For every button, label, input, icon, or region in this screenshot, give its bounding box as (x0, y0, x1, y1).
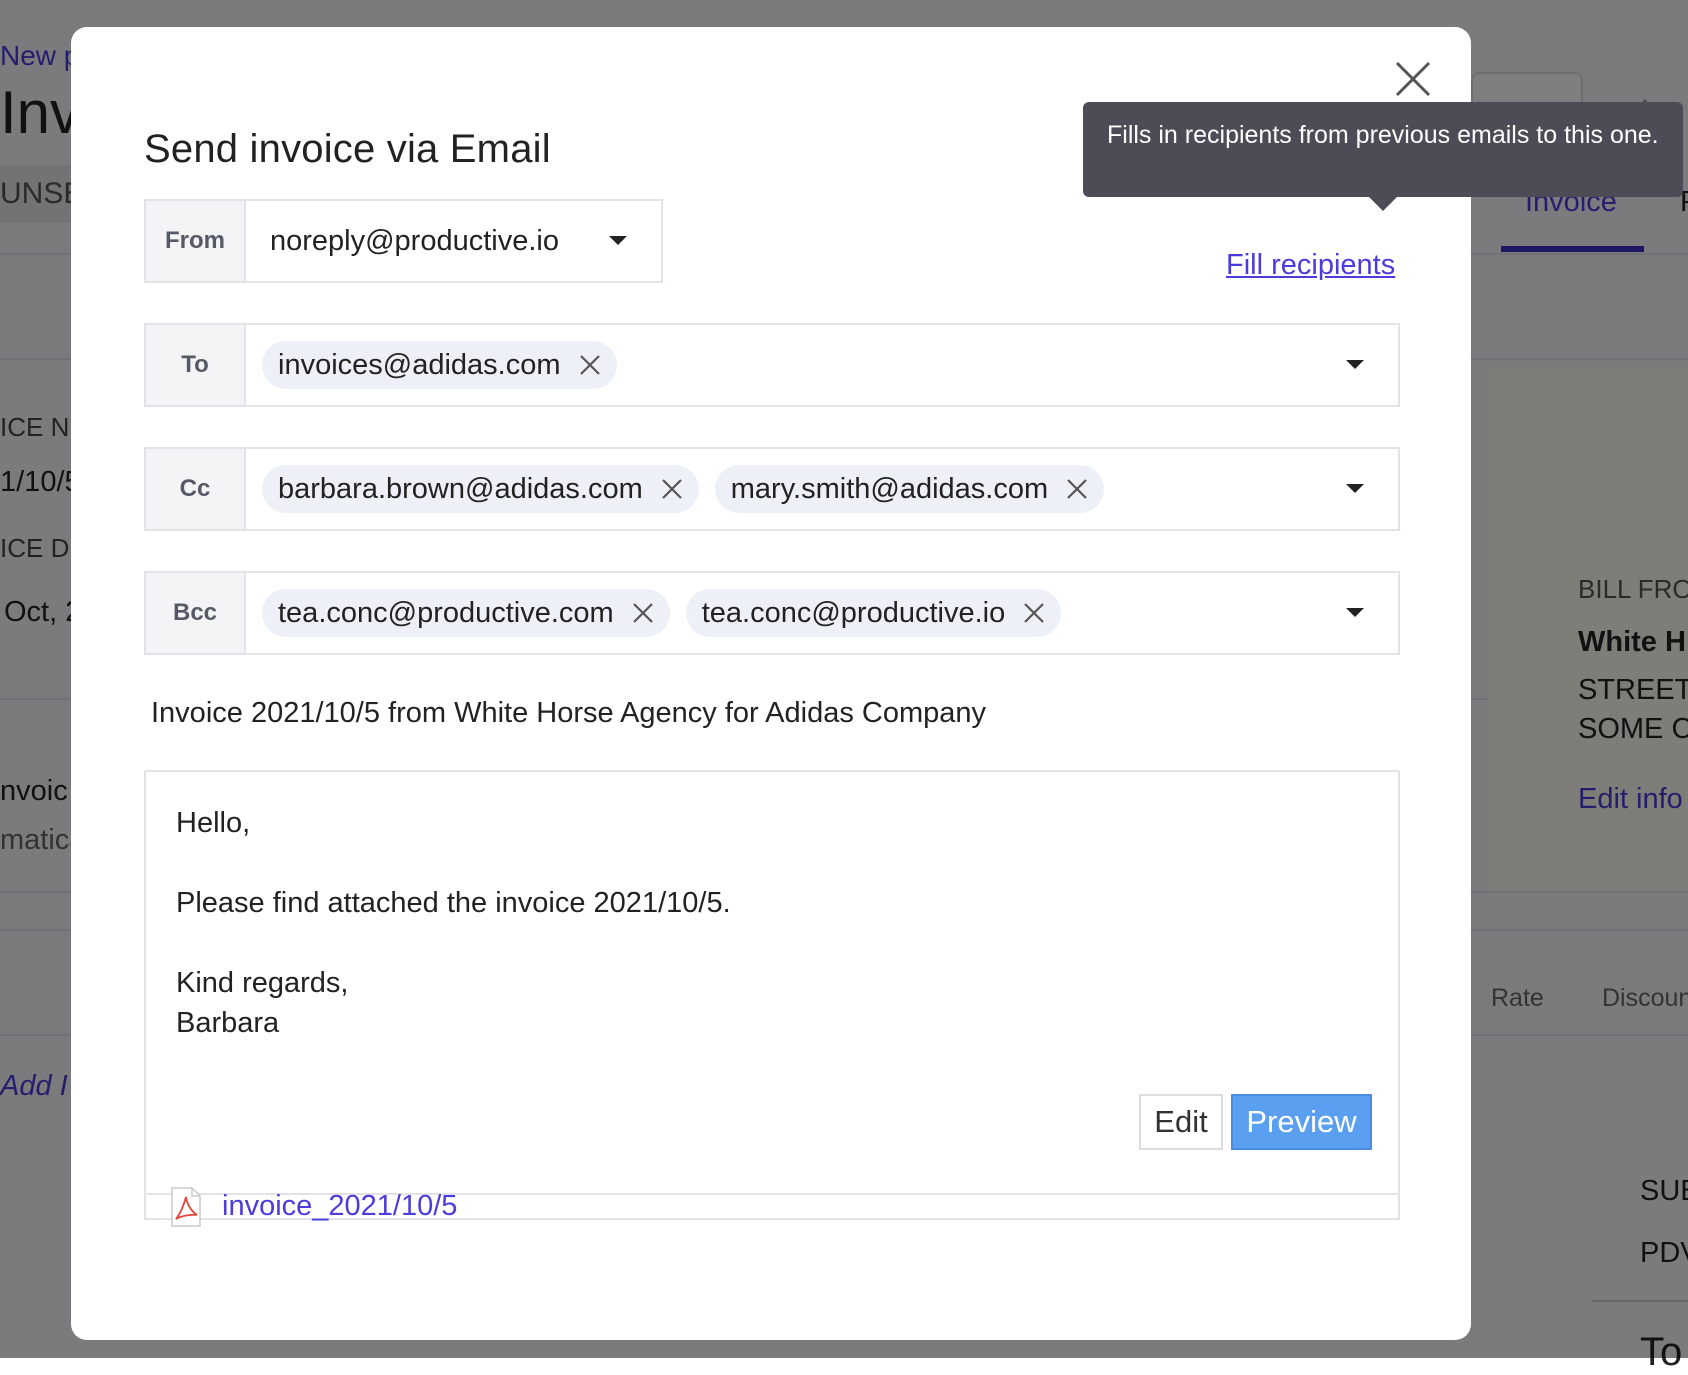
tooltip-arrow (1369, 197, 1397, 211)
recipient-email: invoices@adidas.com (278, 348, 561, 381)
recipient-chip: barbara.brown@adidas.com (262, 465, 699, 513)
bcc-label: Bcc (146, 573, 246, 653)
cc-label: Cc (146, 449, 246, 529)
chevron-down-icon[interactable] (609, 236, 627, 245)
to-label: To (146, 325, 246, 405)
remove-icon[interactable] (579, 354, 601, 376)
preview-button[interactable]: Preview (1231, 1094, 1372, 1150)
remove-icon[interactable] (1066, 478, 1088, 500)
chevron-down-icon[interactable] (1346, 608, 1364, 617)
fill-recipients-tooltip: Fills in recipients from previous emails… (1083, 102, 1683, 197)
recipient-chip: tea.conc@productive.io (685, 589, 1062, 637)
body-signature: Barbara (176, 1007, 280, 1039)
from-select[interactable]: noreply@productive.io (246, 201, 661, 281)
from-value: noreply@productive.io (270, 224, 559, 257)
email-subject[interactable]: Invoice 2021/10/5 from White Horse Agenc… (151, 697, 986, 730)
recipient-email: mary.smith@adidas.com (730, 472, 1049, 505)
recipient-email: barbara.brown@adidas.com (278, 472, 643, 505)
fill-recipients-link[interactable]: Fill recipients (1226, 249, 1395, 282)
email-body-editor[interactable]: Hello, Please find attached the invoice … (144, 770, 1400, 1227)
remove-icon[interactable] (1023, 602, 1045, 624)
from-field[interactable]: From noreply@productive.io (144, 199, 663, 283)
chevron-down-icon[interactable] (1346, 484, 1364, 493)
remove-icon[interactable] (661, 478, 683, 500)
modal-title: Send invoice via Email (144, 127, 551, 171)
remove-icon[interactable] (632, 602, 654, 624)
from-label: From (146, 201, 246, 281)
body-closing: Kind regards, (176, 967, 349, 999)
pdf-file-icon (171, 1186, 201, 1227)
edit-button[interactable]: Edit (1139, 1094, 1223, 1150)
recipient-email: tea.conc@productive.com (278, 596, 614, 629)
recipient-chip: mary.smith@adidas.com (714, 465, 1105, 513)
attachment-row: invoice_2021/10/5 (146, 1186, 1398, 1227)
cc-field[interactable]: Cc barbara.brown@adidas.com mary.smith@a… (144, 447, 1400, 531)
to-field[interactable]: To invoices@adidas.com (144, 323, 1400, 407)
attachment-link[interactable]: invoice_2021/10/5 (222, 1190, 457, 1223)
body-greeting: Hello, (176, 807, 251, 839)
body-line: Please find attached the invoice 2021/10… (176, 887, 731, 919)
cc-recipients[interactable]: barbara.brown@adidas.com mary.smith@adid… (246, 449, 1398, 529)
close-icon[interactable] (1391, 57, 1435, 101)
recipient-email: tea.conc@productive.io (701, 596, 1006, 629)
recipient-chip: tea.conc@productive.com (262, 589, 670, 637)
bcc-recipients[interactable]: tea.conc@productive.com tea.conc@product… (246, 573, 1398, 653)
to-recipients[interactable]: invoices@adidas.com (246, 325, 1398, 405)
bcc-field[interactable]: Bcc tea.conc@productive.com tea.conc@pro… (144, 571, 1400, 655)
send-invoice-modal: Send invoice via Email From noreply@prod… (71, 27, 1683, 1340)
chevron-down-icon[interactable] (1346, 360, 1364, 369)
recipient-chip: invoices@adidas.com (262, 341, 617, 389)
